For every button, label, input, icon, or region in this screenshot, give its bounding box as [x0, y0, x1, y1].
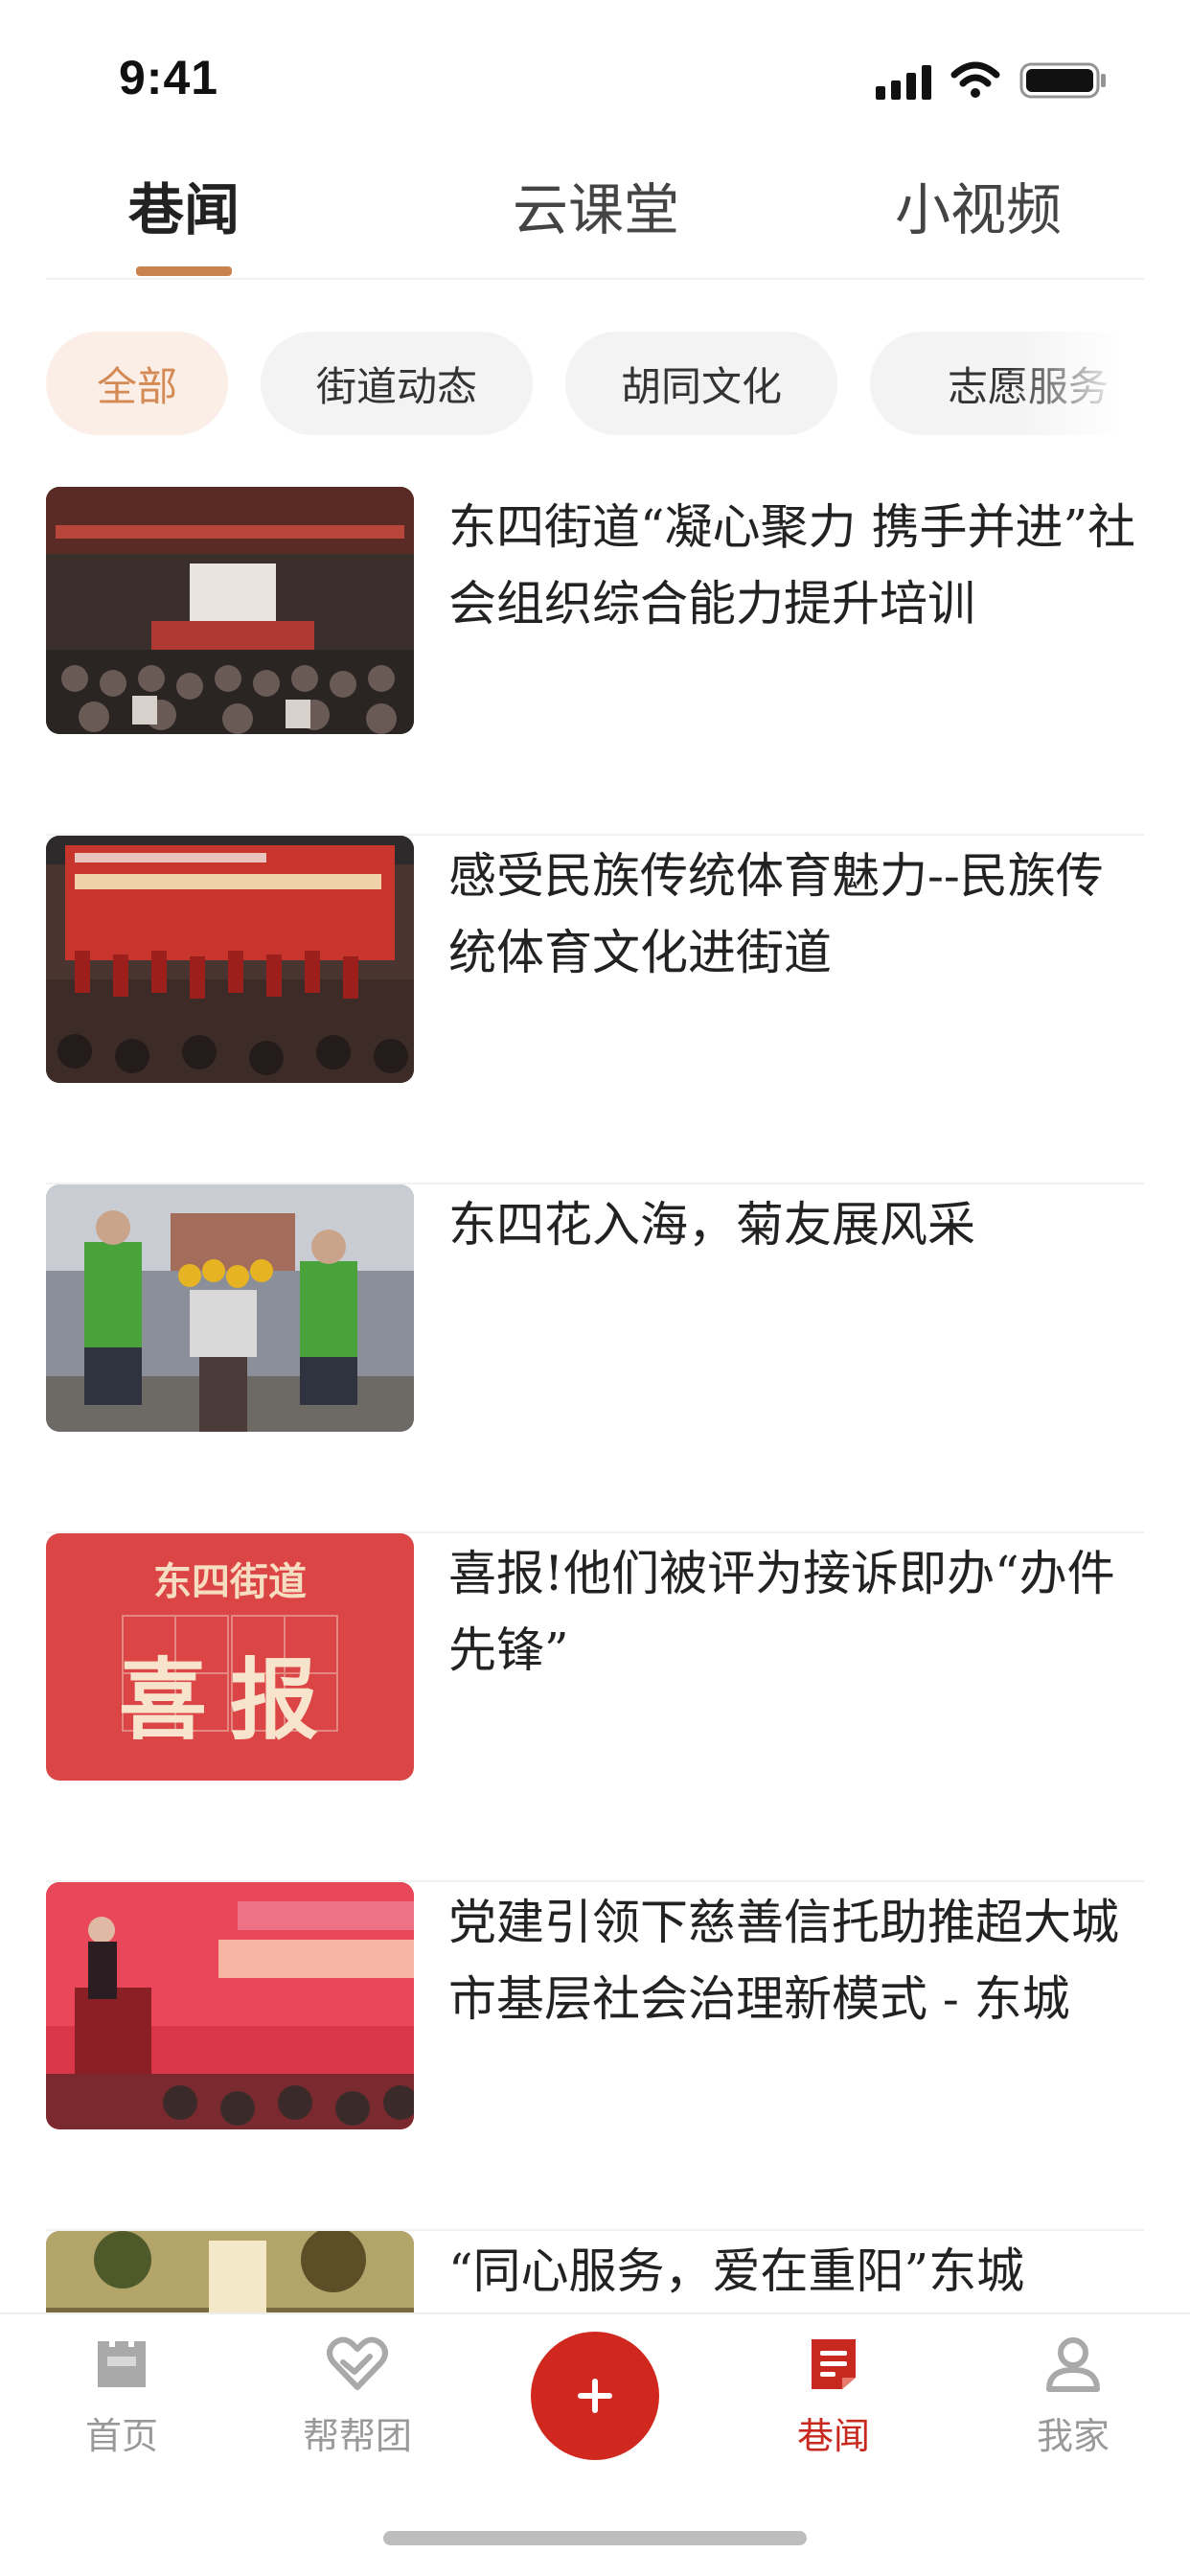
chip-street-news[interactable]: 街道动态 [261, 332, 533, 435]
chip-hutong-culture[interactable]: 胡同文化 [565, 332, 837, 435]
tab-xiangwen[interactable]: 巷闻 [128, 165, 240, 245]
active-tab-indicator [136, 266, 232, 276]
news-title: 东四花入海，菊友展风采 [448, 1197, 975, 1253]
news-icon [812, 2339, 856, 2389]
news-item[interactable]: 东四街道 喜报 喜报!他们被评为接诉即办“办件先锋” [46, 1533, 1144, 1882]
nav-label: 巷闻 [796, 2415, 870, 2457]
news-title: 党建引领下慈善信托助推超大城市基层社会治理新模式 - 东城 [448, 1895, 1119, 2027]
nav-xiangwen[interactable]: 巷闻 [738, 2334, 929, 2487]
news-item[interactable]: 党建引领下慈善信托助推超大城市基层社会治理新模式 - 东城 [46, 1882, 1144, 2231]
add-button[interactable] [531, 2332, 659, 2460]
thumbnail-headline: 喜报 [118, 1649, 341, 1752]
status-time: 9:41 [119, 51, 219, 104]
nav-label: 首页 [84, 2415, 158, 2457]
tab-xiaoshipin[interactable]: 小视频 [895, 165, 1062, 245]
nav-home[interactable]: 首页 [26, 2334, 217, 2487]
news-thumbnail [46, 1184, 414, 1432]
news-title: 感受民族传统体育魅力--民族传统体育文化进街道 [448, 848, 1104, 980]
top-tab-bar: 巷闻 云课堂 小视频 [46, 153, 1144, 280]
nav-help-group[interactable]: 帮帮团 [262, 2334, 453, 2487]
chips-fade-overlay [1010, 332, 1144, 435]
status-icons [876, 61, 1108, 100]
user-icon [1046, 2337, 1100, 2392]
news-thumbnail [46, 2231, 414, 2312]
wifi-icon [950, 61, 1000, 98]
news-item[interactable]: “同心服务，爱在重阳”东城 [46, 2231, 1144, 2312]
battery-icon [1019, 62, 1106, 99]
news-title: 东四街道“凝心聚力 携手并进”社会组织综合能力提升培训 [448, 499, 1136, 632]
cellular-signal-icon [876, 61, 931, 100]
home-indicator [383, 2531, 807, 2545]
heart-hands-icon [327, 2336, 388, 2390]
plus-icon [578, 2379, 612, 2413]
category-chips: 全部 街道动态 胡同文化 志愿服务 [46, 332, 1144, 435]
nav-label: 帮帮团 [302, 2415, 412, 2457]
news-thumbnail: 东四街道 喜报 [46, 1533, 414, 1781]
news-item[interactable]: 东四花入海，菊友展风采 [46, 1184, 1144, 1533]
news-item[interactable]: 东四街道“凝心聚力 携手并进”社会组织综合能力提升培训 [46, 487, 1144, 836]
nav-label: 我家 [1036, 2415, 1110, 2457]
news-title: “同心服务，爱在重阳”东城 [448, 2243, 1025, 2299]
news-list: 东四街道“凝心聚力 携手并进”社会组织综合能力提升培训 感受民族传统体育魅力--… [46, 487, 1144, 2312]
home-icon [98, 2341, 146, 2387]
status-bar: 9:41 [0, 0, 1190, 144]
news-thumbnail [46, 487, 414, 734]
news-title: 喜报!他们被评为接诉即办“办件先锋” [448, 1546, 1115, 1678]
news-thumbnail [46, 836, 414, 1083]
news-item[interactable]: 感受民族传统体育魅力--民族传统体育文化进街道 [46, 836, 1144, 1184]
thumbnail-caption: 东四街道 [153, 1560, 307, 1604]
chip-all[interactable]: 全部 [46, 332, 228, 435]
nav-my-home[interactable]: 我家 [977, 2334, 1169, 2487]
news-thumbnail [46, 1882, 414, 2129]
tab-yunketang[interactable]: 云课堂 [513, 165, 679, 245]
